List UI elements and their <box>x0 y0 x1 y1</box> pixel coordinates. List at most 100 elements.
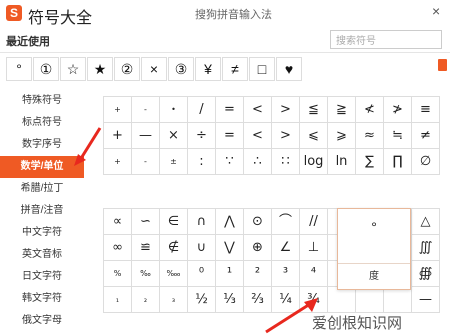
symbol-cell[interactable]: ∭ <box>412 235 440 261</box>
recent-symbol[interactable]: × <box>141 57 167 81</box>
recent-symbol[interactable]: ② <box>114 57 140 81</box>
symbol-cell[interactable]: ∅ <box>412 149 440 175</box>
sidebar-item[interactable]: 日文字符 <box>0 266 84 288</box>
sidebar-item[interactable]: 拼音/注音 <box>0 200 84 222</box>
symbol-cell[interactable]: ∩ <box>188 209 216 235</box>
trash-icon[interactable] <box>438 59 447 71</box>
symbol-cell[interactable]: / <box>188 97 216 123</box>
symbol-cell[interactable]: ≮ <box>356 97 384 123</box>
symbol-cell[interactable]: ≒ <box>384 123 412 149</box>
symbol-cell[interactable]: — <box>132 123 160 149</box>
symbol-cell[interactable]: ÷ <box>188 123 216 149</box>
symbol-cell[interactable]: > <box>272 123 300 149</box>
symbol-cell[interactable]: ₁ <box>104 287 132 313</box>
symbol-cell[interactable]: ³ <box>272 261 300 287</box>
divider <box>0 52 450 53</box>
symbol-cell[interactable]: ∝ <box>104 209 132 235</box>
symbol-cell[interactable]: ≌ <box>132 235 160 261</box>
symbol-cell[interactable]: ₃ <box>160 287 188 313</box>
recent-symbols-row: ° ① ☆ ★ ② × ③ ¥ ≠ □ ♥ <box>6 57 303 81</box>
symbol-cell[interactable]: ∷ <box>272 149 300 175</box>
symbol-cell[interactable]: ½ <box>188 287 216 313</box>
symbol-cell[interactable]: ⊙ <box>244 209 272 235</box>
symbol-cell[interactable]: ¹ <box>216 261 244 287</box>
sidebar-item[interactable]: 俄文字母 <box>0 310 84 332</box>
symbol-cell[interactable]: ⩽ <box>300 123 328 149</box>
watermark: 爱创根知识网 <box>312 315 403 332</box>
recent-symbol[interactable]: ☆ <box>60 57 86 81</box>
symbol-cell[interactable]: — <box>412 287 440 313</box>
symbol-cell[interactable]: ∈ <box>160 209 188 235</box>
symbol-cell[interactable]: ₂ <box>132 287 160 313</box>
symbol-cell[interactable]: ⌒ <box>272 209 300 235</box>
symbol-cell[interactable]: - <box>132 97 160 123</box>
symbol-cell[interactable]: log <box>300 149 328 175</box>
symbol-cell[interactable]: + <box>104 149 132 175</box>
sidebar-item[interactable]: 希腊/拉丁 <box>0 178 84 200</box>
symbol-cell[interactable]: ⅓ <box>216 287 244 313</box>
recent-symbol[interactable]: ★ <box>87 57 113 81</box>
sogou-logo-icon: S <box>6 5 22 21</box>
symbol-cell[interactable]: ∴ <box>244 149 272 175</box>
symbol-cell[interactable]: < <box>244 97 272 123</box>
recent-symbol[interactable]: ① <box>33 57 59 81</box>
symbol-cell[interactable]: × <box>160 123 188 149</box>
symbol-cell[interactable]: % <box>104 261 132 287</box>
symbol-cell[interactable]: ∰ <box>412 261 440 287</box>
close-icon[interactable]: × <box>432 3 440 19</box>
symbol-cell[interactable]: ‱ <box>160 261 188 287</box>
symbol-cell[interactable]: ⩾ <box>328 123 356 149</box>
sidebar-item[interactable]: 韩文字符 <box>0 288 84 310</box>
symbol-cell[interactable] <box>328 287 356 313</box>
math-symbol-grid: + - • / = < > ≦ ≧ ≮ ≯ ≡ + — × ÷ = < > ⩽ ⩾ ≈ ≒ ≠ + - ±: ∵ ∴ ∷ log ln ∑ ∏ ∅ <box>103 96 440 175</box>
symbol-cell[interactable]: ∞ <box>104 235 132 261</box>
symbol-cell[interactable]: : <box>188 149 216 175</box>
symbol-cell[interactable]: ≠ <box>412 123 440 149</box>
symbol-cell[interactable] <box>356 287 384 313</box>
sidebar-item[interactable]: 特殊符号 <box>0 90 84 112</box>
symbol-cell[interactable]: ≧ <box>328 97 356 123</box>
symbol-cell[interactable]: ± <box>160 149 188 175</box>
symbol-cell[interactable]: ≯ <box>384 97 412 123</box>
recent-symbol[interactable]: ♥ <box>276 57 302 81</box>
search-input[interactable]: 搜索符号 <box>330 30 442 49</box>
symbol-cell[interactable]: > <box>272 97 300 123</box>
symbol-cell[interactable]: // <box>300 209 328 235</box>
symbol-cell[interactable]: ∏ <box>384 149 412 175</box>
symbol-cell[interactable]: + <box>104 123 132 149</box>
symbol-cell[interactable]: = <box>216 123 244 149</box>
symbol-cell[interactable]: ² <box>244 261 272 287</box>
recent-symbol[interactable]: ° <box>6 57 32 81</box>
symbol-cell[interactable]: ⊥ <box>300 235 328 261</box>
sidebar-item[interactable]: 中文字符 <box>0 222 84 244</box>
symbol-cell[interactable]: + <box>104 97 132 123</box>
symbol-cell[interactable]: ∠ <box>272 235 300 261</box>
symbol-cell[interactable]: ∪ <box>188 235 216 261</box>
recent-symbol[interactable]: ③ <box>168 57 194 81</box>
preview-label: 度 <box>369 271 379 282</box>
symbol-cell[interactable]: ∵ <box>216 149 244 175</box>
symbol-cell[interactable]: ⁴ <box>300 261 328 287</box>
symbol-cell[interactable] <box>384 287 412 313</box>
symbol-cell[interactable]: ‰ <box>132 261 160 287</box>
symbol-cell[interactable]: △ <box>412 209 440 235</box>
symbol-cell[interactable]: ≡ <box>412 97 440 123</box>
symbol-cell[interactable]: ∽ <box>132 209 160 235</box>
recent-symbol[interactable]: ¥ <box>195 57 221 81</box>
symbol-cell[interactable]: ≦ <box>300 97 328 123</box>
symbol-cell[interactable]: ⊕ <box>244 235 272 261</box>
sidebar-item[interactable]: 英文音标 <box>0 244 84 266</box>
symbol-cell[interactable]: ∑ <box>356 149 384 175</box>
symbol-cell[interactable]: ⁰ <box>188 261 216 287</box>
symbol-cell[interactable]: ⋀ <box>216 209 244 235</box>
symbol-cell[interactable]: • <box>160 97 188 123</box>
symbol-cell[interactable]: - <box>132 149 160 175</box>
recent-symbol[interactable]: □ <box>249 57 275 81</box>
symbol-cell[interactable]: ∉ <box>160 235 188 261</box>
symbol-cell[interactable]: ⋁ <box>216 235 244 261</box>
recent-symbol[interactable]: ≠ <box>222 57 248 81</box>
symbol-cell[interactable]: < <box>244 123 272 149</box>
symbol-cell[interactable]: ≈ <box>356 123 384 149</box>
symbol-cell[interactable]: = <box>216 97 244 123</box>
symbol-cell[interactable]: ln <box>328 149 356 175</box>
